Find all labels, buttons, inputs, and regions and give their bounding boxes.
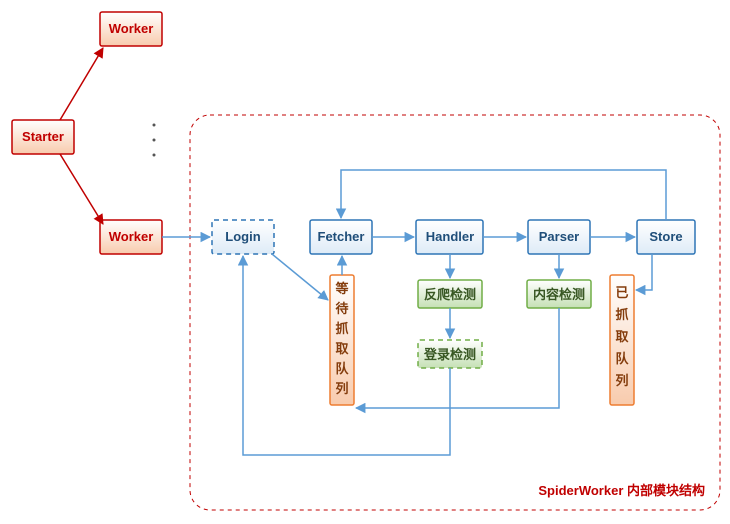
fetcher-label: Fetcher	[318, 229, 365, 244]
svg-text:已: 已	[615, 285, 628, 300]
arrow-starter-worker-bottom	[60, 154, 103, 224]
caption: SpiderWorker 内部模块结构	[538, 483, 705, 498]
arrow-login-queuewait	[272, 254, 328, 300]
worker-bottom-label: Worker	[109, 229, 154, 244]
arrow-store-fetcher-loop	[341, 170, 666, 220]
store-label: Store	[649, 229, 682, 244]
arrow-store-queuedone	[636, 254, 652, 290]
anti-crawl-label: 反爬检测	[424, 287, 476, 302]
svg-text:队: 队	[335, 361, 349, 376]
arrow-logincheck-queuewait	[356, 368, 450, 408]
svg-text:队: 队	[615, 351, 629, 366]
arrow-starter-worker-top	[60, 48, 103, 120]
svg-text:抓: 抓	[615, 307, 628, 322]
parser-label: Parser	[539, 229, 579, 244]
ellipsis-dot	[153, 139, 156, 142]
svg-text:抓: 抓	[335, 321, 348, 336]
svg-text:列: 列	[615, 373, 628, 388]
svg-text:待: 待	[334, 301, 348, 316]
worker-top-label: Worker	[109, 21, 154, 36]
diagram-canvas: SpiderWorker 内部模块结构 Worker Starter Worke…	[0, 0, 730, 524]
svg-text:列: 列	[335, 381, 348, 396]
login-label: Login	[225, 229, 260, 244]
spiderworker-container	[190, 115, 720, 510]
ellipsis-dot	[153, 154, 156, 157]
starter-label: Starter	[22, 129, 64, 144]
ellipsis-dot	[153, 124, 156, 127]
svg-text:等: 等	[334, 281, 348, 296]
login-check-label: 登录检测	[423, 347, 476, 362]
content-check-label: 内容检测	[533, 287, 585, 302]
handler-label: Handler	[426, 229, 474, 244]
svg-text:取: 取	[615, 329, 629, 344]
svg-text:取: 取	[335, 341, 349, 356]
